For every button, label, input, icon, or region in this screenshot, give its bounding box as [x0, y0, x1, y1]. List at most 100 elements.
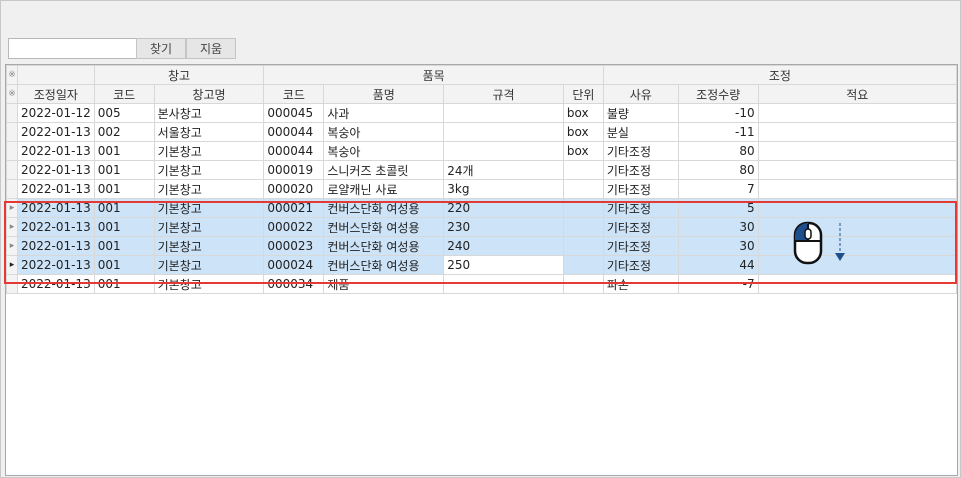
cell-wh-code[interactable]: 002: [93, 122, 155, 142]
cell-spec[interactable]: 240: [443, 236, 564, 256]
cell-item-code[interactable]: 000023: [263, 236, 325, 256]
row-indicator[interactable]: [6, 141, 18, 161]
cell-memo[interactable]: [757, 122, 958, 142]
cell-spec[interactable]: [443, 141, 564, 161]
cell-qty[interactable]: -10: [677, 103, 759, 123]
cell-date[interactable]: 2022-01-13: [16, 236, 95, 256]
cell-reason[interactable]: 기타조정: [602, 160, 679, 180]
cell-reason[interactable]: 불량: [602, 103, 679, 123]
table-row[interactable]: 2022-01-13 001 기본창고 000044 복숭아 box 기타조정 80: [6, 141, 958, 161]
cell-item-code[interactable]: 000021: [263, 198, 325, 218]
column-header-item-name[interactable]: 품명: [323, 84, 445, 104]
cell-unit[interactable]: [562, 217, 604, 237]
cell-wh-code[interactable]: 001: [93, 255, 155, 275]
cell-wh-code[interactable]: 001: [93, 179, 155, 199]
cell-wh-code[interactable]: 001: [93, 217, 155, 237]
cell-memo[interactable]: [757, 179, 958, 199]
cell-date[interactable]: 2022-01-13: [16, 217, 95, 237]
cell-spec[interactable]: 230: [443, 217, 564, 237]
cell-item-code[interactable]: 000044: [263, 122, 325, 142]
cell-memo[interactable]: [757, 217, 958, 237]
table-row[interactable]: 2022-01-13 001 기본창고 000020 로얄캐닌 사료 3kg 기타조정 7: [6, 179, 958, 199]
cell-memo[interactable]: [757, 255, 958, 275]
cell-wh-name[interactable]: 기본창고: [153, 255, 265, 275]
cell-spec[interactable]: [443, 274, 564, 294]
cell-wh-code[interactable]: 001: [93, 198, 155, 218]
cell-wh-name[interactable]: 기본창고: [153, 274, 265, 294]
cell-unit[interactable]: [562, 160, 604, 180]
column-header-reason[interactable]: 사유: [602, 84, 679, 104]
cell-memo[interactable]: [757, 160, 958, 180]
cell-date[interactable]: 2022-01-13: [16, 141, 95, 161]
cell-unit[interactable]: box: [562, 122, 604, 142]
cell-date[interactable]: 2022-01-13: [16, 198, 95, 218]
cell-qty[interactable]: 80: [677, 141, 759, 161]
cell-date[interactable]: 2022-01-12: [16, 103, 95, 123]
cell-qty[interactable]: -11: [677, 122, 759, 142]
cell-date[interactable]: 2022-01-13: [16, 179, 95, 199]
cell-qty[interactable]: 80: [677, 160, 759, 180]
cell-wh-name[interactable]: 서울창고: [153, 122, 265, 142]
cell-wh-code[interactable]: 001: [93, 274, 155, 294]
column-header-wh-code[interactable]: 코드: [93, 84, 155, 104]
cell-date[interactable]: 2022-01-13: [16, 160, 95, 180]
row-indicator[interactable]: ▸: [6, 255, 18, 275]
row-indicator[interactable]: [6, 274, 18, 294]
clear-button[interactable]: 지움: [186, 38, 236, 59]
cell-qty[interactable]: 44: [677, 255, 759, 275]
cell-item-name[interactable]: 컨버스단화 여성용: [323, 255, 445, 275]
cell-qty[interactable]: 30: [677, 236, 759, 256]
column-header-unit[interactable]: 단위: [562, 84, 604, 104]
cell-date[interactable]: 2022-01-13: [16, 274, 95, 294]
cell-unit[interactable]: box: [562, 103, 604, 123]
column-header-date[interactable]: 조정일자: [16, 84, 95, 104]
cell-wh-name[interactable]: 기본창고: [153, 179, 265, 199]
cell-item-code[interactable]: 000045: [263, 103, 325, 123]
cell-unit[interactable]: [562, 236, 604, 256]
cell-date[interactable]: 2022-01-13: [16, 255, 95, 275]
cell-item-code[interactable]: 000034: [263, 274, 325, 294]
cell-reason[interactable]: 기타조정: [602, 236, 679, 256]
cell-wh-name[interactable]: 기본창고: [153, 141, 265, 161]
cell-unit[interactable]: [562, 179, 604, 199]
cell-memo[interactable]: [757, 198, 958, 218]
cell-wh-code[interactable]: 001: [93, 160, 155, 180]
column-header-memo[interactable]: 적요: [757, 84, 958, 104]
cell-qty[interactable]: 5: [677, 198, 759, 218]
cell-item-code[interactable]: 000044: [263, 141, 325, 161]
cell-memo[interactable]: [757, 236, 958, 256]
cell-qty[interactable]: -7: [677, 274, 759, 294]
cell-reason[interactable]: 기타조정: [602, 255, 679, 275]
table-row[interactable]: 2022-01-13 002 서울창고 000044 복숭아 box 분실 -11: [6, 122, 958, 142]
cell-spec[interactable]: 250: [443, 255, 564, 275]
cell-item-code[interactable]: 000024: [263, 255, 325, 275]
cell-item-name[interactable]: 복숭아: [323, 141, 445, 161]
cell-qty[interactable]: 7: [677, 179, 759, 199]
row-indicator[interactable]: ▸: [6, 198, 18, 218]
cell-spec[interactable]: [443, 122, 564, 142]
cell-reason[interactable]: 기타조정: [602, 179, 679, 199]
cell-item-name[interactable]: 컨버스단화 여성용: [323, 198, 445, 218]
cell-reason[interactable]: 파손: [602, 274, 679, 294]
cell-spec[interactable]: [443, 103, 564, 123]
cell-item-code[interactable]: 000019: [263, 160, 325, 180]
cell-wh-name[interactable]: 기본창고: [153, 160, 265, 180]
cell-reason[interactable]: 분실: [602, 122, 679, 142]
cell-wh-name[interactable]: 기본창고: [153, 198, 265, 218]
column-header-qty[interactable]: 조정수량: [677, 84, 759, 104]
cell-item-name[interactable]: 제품: [323, 274, 445, 294]
table-row[interactable]: ▸ 2022-01-13 001 기본창고 000021 컨버스단화 여성용 220 기타조정…: [6, 198, 958, 218]
cell-spec[interactable]: 24개: [443, 160, 564, 180]
cell-item-code[interactable]: 000022: [263, 217, 325, 237]
cell-item-name[interactable]: 컨버스단화 여성용: [323, 236, 445, 256]
cell-reason[interactable]: 기타조정: [602, 141, 679, 161]
row-indicator[interactable]: [6, 160, 18, 180]
cell-wh-name[interactable]: 본사창고: [153, 103, 265, 123]
cell-item-name[interactable]: 컨버스단화 여성용: [323, 217, 445, 237]
cell-date[interactable]: 2022-01-13: [16, 122, 95, 142]
cell-qty[interactable]: 30: [677, 217, 759, 237]
cell-item-name[interactable]: 로얄캐닌 사료: [323, 179, 445, 199]
cell-memo[interactable]: [757, 274, 958, 294]
table-row[interactable]: 2022-01-13 001 기본창고 000019 스니커즈 초콜릿 24개 기타조정 80: [6, 160, 958, 180]
cell-spec[interactable]: 220: [443, 198, 564, 218]
